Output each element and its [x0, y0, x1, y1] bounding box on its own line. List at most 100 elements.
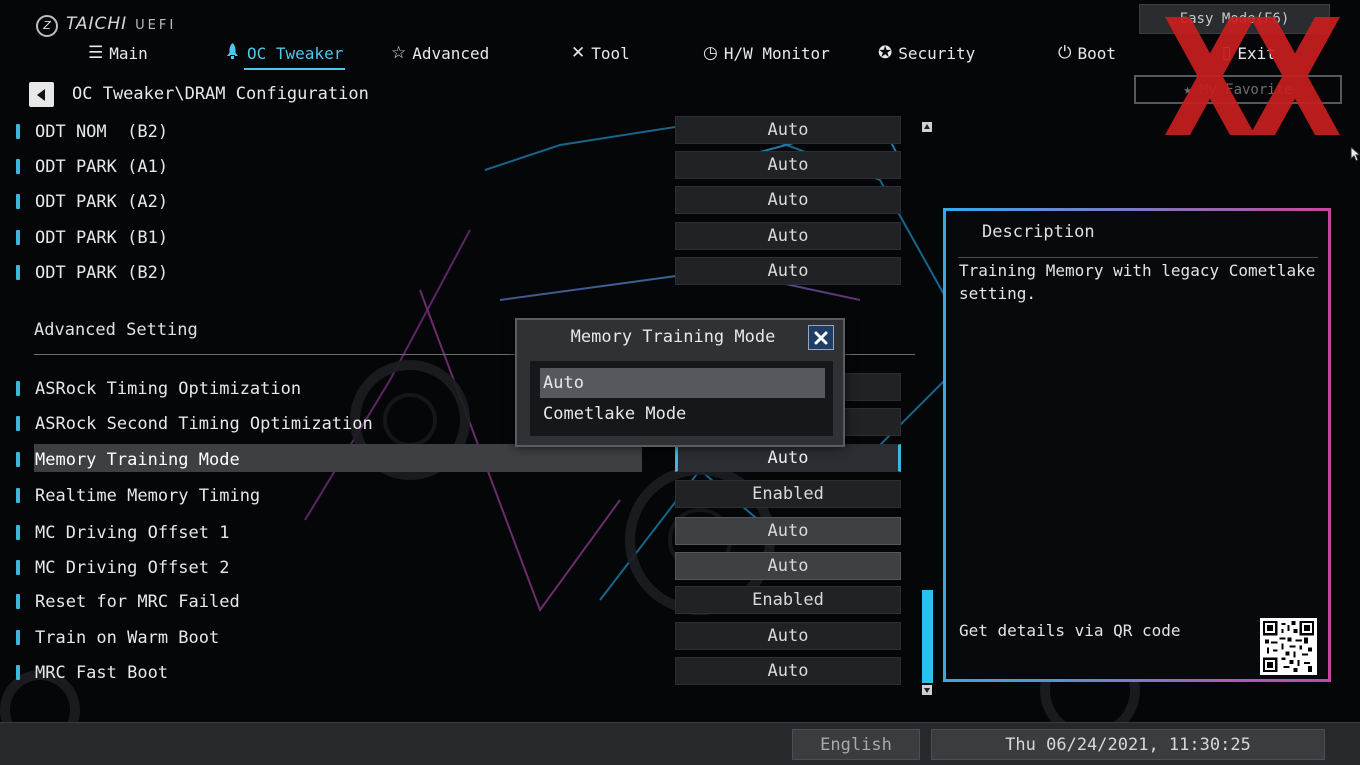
exit-door-icon: ▯ [1222, 43, 1232, 63]
close-icon [814, 331, 828, 344]
breadcrumb: OC Tweaker\DRAM Configuration [72, 84, 369, 104]
setting-label: ODT PARK (A1) [35, 157, 169, 177]
tab-boot[interactable]: ⏻ Boot [1058, 40, 1116, 66]
setting-label: ASRock Second Timing Optimization [35, 414, 373, 434]
setting-row[interactable]: MC Driving Offset 2 Auto [0, 552, 920, 584]
shield-icon: ✪ [878, 43, 893, 63]
tab-main[interactable]: ☰ Main [88, 40, 148, 66]
row-bullet [16, 665, 20, 680]
row-bullet [16, 416, 20, 431]
taichi-logo: Z TAICHI UEFI [36, 10, 176, 37]
back-button[interactable] [29, 82, 54, 107]
setting-row[interactable]: Train on Warm Boot Auto [0, 622, 920, 654]
scroll-up-arrow-icon[interactable] [922, 122, 932, 132]
my-favorite-button[interactable]: ★ My Favorite [1134, 75, 1342, 104]
description-panel: Description Training Memory with legacy … [943, 208, 1331, 682]
scroll-down-arrow-icon[interactable] [922, 685, 932, 695]
footer-bar: English Thu 06/24/2021, 11:30:25 [0, 722, 1360, 765]
setting-row[interactable]: ODT PARK (A2) Auto [0, 186, 920, 218]
description-title: Description [982, 222, 1095, 242]
setting-value-button[interactable]: Auto [675, 622, 901, 650]
setting-label: Train on Warm Boot [35, 628, 220, 648]
setting-value-button[interactable]: Auto [675, 186, 901, 214]
top-navigation: ☰ Main OC Tweaker ☆ Advanced ✕ Tool ◷ H/… [0, 40, 1360, 70]
setting-value-button[interactable]: Enabled [675, 480, 901, 508]
setting-label: Memory Training Mode [35, 450, 240, 470]
setting-value-button[interactable]: Auto [675, 151, 901, 179]
power-icon: ⏻ [1058, 43, 1072, 63]
tools-icon: ✕ [571, 43, 586, 63]
tab-advanced[interactable]: ☆ Advanced [391, 40, 489, 66]
setting-value-button[interactable]: Auto [675, 657, 901, 685]
brand-name: TAICHI [66, 14, 128, 34]
language-button[interactable]: English [792, 729, 920, 760]
description-text: Training Memory with legacy Cometlake se… [959, 261, 1316, 303]
setting-label: MRC Fast Boot [35, 663, 169, 683]
tab-security[interactable]: ✪ Security [878, 40, 975, 66]
setting-row-selected[interactable]: Memory Training Mode Auto [0, 444, 920, 476]
setting-value-button[interactable]: Auto [675, 257, 901, 285]
star-icon: ☆ [391, 43, 407, 63]
tab-label: Exit [1237, 43, 1276, 63]
setting-label: Realtime Memory Timing [35, 486, 261, 506]
row-bullet [16, 159, 20, 174]
setting-label: ODT PARK (B2) [35, 263, 169, 283]
setting-value-button[interactable]: Auto [675, 552, 901, 580]
tab-label: Security [898, 43, 976, 63]
row-bullet [16, 265, 20, 280]
setting-label: MC Driving Offset 1 [35, 523, 230, 543]
row-bullet [16, 525, 20, 540]
setting-value-button[interactable]: Enabled [675, 586, 901, 614]
star-icon: ★ [1183, 81, 1192, 98]
rocket-icon [224, 42, 241, 65]
setting-row[interactable]: ODT PARK (B2) Auto [0, 257, 920, 289]
setting-row[interactable]: ODT PARK (A1) Auto [0, 151, 920, 183]
setting-value-button[interactable] [842, 408, 901, 436]
taichi-mark-icon: Z [36, 14, 58, 37]
row-bullet [16, 381, 20, 396]
easy-mode-label: Easy Mode(F6) [1179, 11, 1290, 27]
section-title: Advanced Setting [34, 320, 198, 340]
tab-tool[interactable]: ✕ Tool [571, 40, 630, 66]
tab-exit[interactable]: ▯ Exit [1222, 40, 1276, 66]
setting-row[interactable]: MRC Fast Boot Auto [0, 657, 920, 689]
setting-label: MC Driving Offset 2 [35, 558, 230, 578]
tab-label: Main [109, 43, 148, 63]
setting-row[interactable]: MC Driving Offset 1 Auto [0, 517, 920, 549]
qr-code-icon [1260, 618, 1317, 675]
setting-value-button[interactable]: Auto [675, 517, 901, 545]
setting-label: ODT NOM (B2) [35, 122, 169, 142]
setting-row[interactable]: Realtime Memory Timing Enabled [0, 480, 920, 512]
list-icon: ☰ [88, 43, 104, 63]
easy-mode-button[interactable]: Easy Mode(F6) [1139, 4, 1330, 34]
popup-close-button[interactable] [808, 325, 834, 350]
popup-option-cometlake-mode[interactable]: Cometlake Mode [540, 399, 825, 429]
setting-row[interactable]: Reset for MRC Failed Enabled [0, 586, 920, 618]
setting-row[interactable]: ODT PARK (B1) Auto [0, 222, 920, 254]
row-bullet [16, 194, 20, 209]
setting-label: ODT PARK (B1) [35, 228, 169, 248]
row-bullet [16, 124, 20, 139]
scrollbar-thumb[interactable] [922, 590, 933, 683]
setting-row[interactable]: ODT NOM (B2) Auto [0, 116, 920, 148]
brand-suffix: UEFI [135, 18, 177, 33]
tab-oc-tweaker[interactable]: OC Tweaker [224, 40, 346, 70]
description-divider [958, 257, 1318, 258]
setting-value-button[interactable] [842, 373, 901, 401]
setting-value-button[interactable]: Auto [675, 444, 901, 472]
row-bullet [16, 594, 20, 609]
back-arrow-icon [36, 88, 45, 101]
mouse-cursor-icon [1350, 146, 1360, 162]
popup-option-auto[interactable]: Auto [540, 368, 825, 398]
tab-label: Tool [591, 43, 630, 63]
qr-label: Get details via QR code [959, 621, 1181, 640]
setting-label: ODT PARK (A2) [35, 192, 169, 212]
row-bullet [16, 230, 20, 245]
tab-hw-monitor[interactable]: ◷ H/W Monitor [703, 40, 830, 66]
setting-value-button[interactable]: Auto [675, 116, 901, 144]
my-favorite-label: My Favorite [1199, 81, 1293, 98]
setting-value-button[interactable]: Auto [675, 222, 901, 250]
memory-training-mode-popup: Memory Training Mode Auto Cometlake Mode [515, 318, 845, 447]
tab-label: OC Tweaker [247, 43, 344, 63]
setting-label: Reset for MRC Failed [35, 592, 240, 612]
